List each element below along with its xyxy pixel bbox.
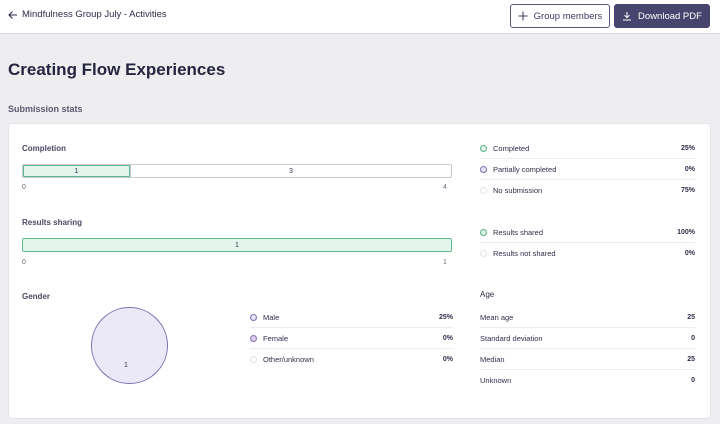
empty-dot-icon [250, 356, 257, 363]
age-row-value: 0 [691, 377, 695, 384]
empty-dot-icon [480, 187, 487, 194]
legend-label: No submission [493, 186, 543, 195]
legend-value: 25% [438, 313, 453, 321]
legend-value: 0% [684, 165, 695, 173]
legend-row-male: Male 25% [250, 307, 453, 328]
purple-dot-icon [480, 165, 487, 173]
legend-value: 25% [680, 144, 695, 152]
legend-row-female: Female 0% [250, 328, 453, 349]
age-row-label: Mean age [480, 312, 514, 322]
green-dot-icon [480, 144, 487, 152]
sharing-bar: 1 [22, 238, 452, 252]
legend-label: Results not shared [493, 249, 556, 258]
gender-pie [91, 307, 168, 384]
age-label: Age [480, 290, 495, 299]
sharing-axis-min: 0 [22, 259, 26, 266]
completion-label: Completion [22, 144, 66, 153]
green-dot-icon [480, 228, 487, 236]
group-members-label: Group members [533, 10, 603, 22]
age-row-std: Standard deviation 0 [480, 328, 695, 349]
back-link[interactable]: Mindfulness Group July - Activities [8, 9, 167, 20]
legend-row-no-submission: No submission 75% [480, 180, 695, 201]
legend-value: 75% [680, 187, 695, 194]
back-link-label: Mindfulness Group July - Activities [22, 9, 167, 20]
completion-segment-completed: 1 [23, 165, 130, 177]
legend-label: Other/unknown [263, 355, 314, 364]
legend-row-not-shared: Results not shared 0% [480, 243, 695, 264]
legend-row-partial: Partially completed 0% [480, 159, 695, 180]
age-row-label: Standard deviation [480, 333, 543, 343]
legend-row-shared: Results shared 100% [480, 222, 695, 243]
download-pdf-button[interactable]: Download PDF [614, 4, 710, 28]
legend-label: Male [263, 312, 280, 322]
gender-label: Gender [22, 292, 51, 301]
legend-label: Results shared [493, 227, 544, 237]
age-row-value: 0 [691, 334, 695, 342]
purple-dot-icon [250, 313, 257, 321]
legend-row-completed: Completed 25% [480, 138, 695, 159]
completion-bar: 1 3 [22, 164, 452, 178]
legend-value: 0% [442, 334, 453, 342]
plus-icon [518, 11, 528, 21]
completion-axis-max: 4 [443, 184, 447, 191]
legend-label: Partially completed [493, 164, 557, 174]
legend-value: 0% [442, 356, 453, 363]
legend-value: 100% [677, 228, 695, 236]
page-title: Creating Flow Experiences [8, 60, 226, 79]
sharing-label: Results sharing [22, 218, 83, 227]
group-members-button[interactable]: Group members [510, 4, 610, 28]
age-row-value: 25 [687, 355, 695, 363]
age-row-median: Median 25 [480, 349, 695, 370]
download-icon [622, 11, 632, 21]
legend-value: 0% [684, 250, 695, 257]
purple-dot-icon [250, 334, 257, 342]
completion-axis-min: 0 [22, 184, 26, 191]
section-title: Submission stats [8, 104, 83, 114]
legend-row-other: Other/unknown 0% [250, 349, 453, 370]
arrow-left-icon [8, 10, 17, 19]
completion-segment-remaining: 3 [130, 165, 451, 177]
legend-label: Completed [493, 143, 530, 153]
age-row-unknown: Unknown 0 [480, 370, 695, 391]
gender-pie-value: 1 [124, 362, 128, 369]
legend-label: Female [263, 333, 289, 343]
age-row-label: Unknown [480, 376, 512, 385]
age-row-value: 25 [687, 313, 695, 321]
age-row-mean: Mean age 25 [480, 307, 695, 328]
download-pdf-label: Download PDF [638, 10, 702, 22]
sharing-segment-shared: 1 [23, 239, 451, 251]
empty-dot-icon [480, 250, 487, 257]
top-bar: Mindfulness Group July - Activities Grou… [0, 0, 720, 34]
sharing-axis-max: 1 [443, 259, 447, 266]
age-row-label: Median [480, 354, 505, 364]
